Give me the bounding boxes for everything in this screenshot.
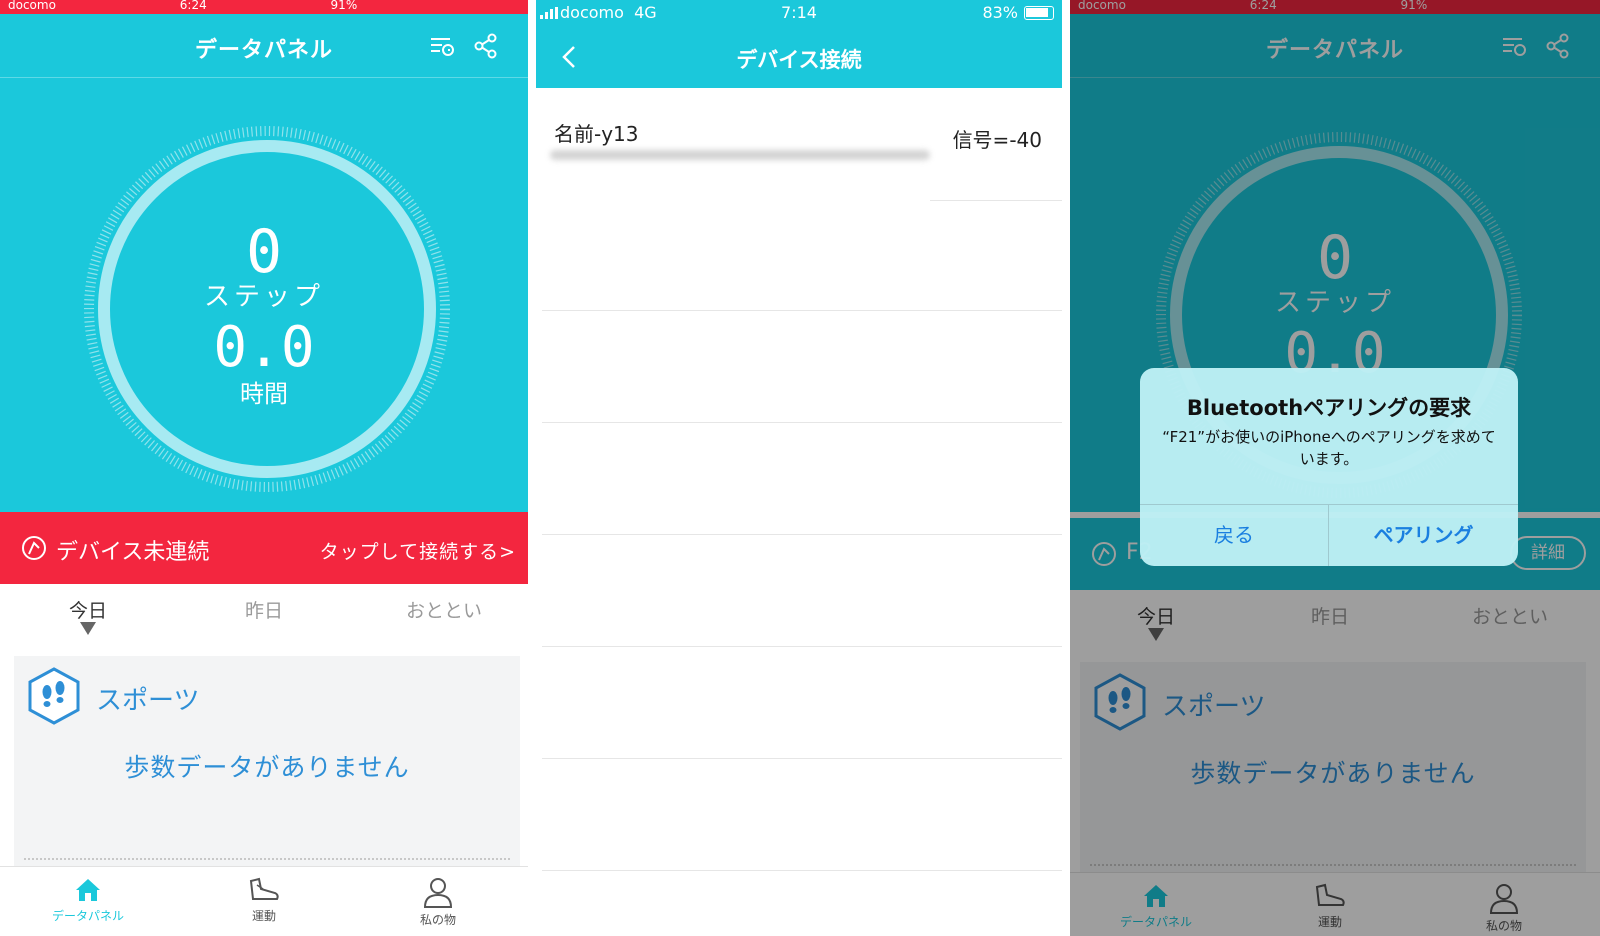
status-bar: docomo 6:24 91% (0, 0, 528, 14)
status-battery: 91% (330, 0, 358, 12)
page-title: デバイス接続 (736, 48, 862, 72)
list-divider (542, 758, 1062, 759)
list-divider (542, 534, 1062, 535)
device-address-blurred (550, 150, 930, 160)
pairing-request-screen: docomo 6:24 91% データパネル 0 ステップ 0.0 詳細 今日 … (1070, 0, 1600, 936)
sports-title: スポーツ (96, 686, 200, 716)
status-battery: 83% (982, 3, 1018, 22)
tab-day-before[interactable]: おととい (384, 596, 504, 623)
hours-label: 時間 (240, 380, 288, 408)
app-header: デバイス接続 (536, 26, 1062, 88)
tap-to-connect-link[interactable]: タップして接続する> (320, 537, 516, 564)
nav-mine[interactable]: 私の物 (378, 875, 498, 928)
nav-exercise[interactable]: 運動 (204, 875, 324, 924)
nav-mine-label: 私の物 (419, 913, 456, 927)
list-divider (930, 200, 1062, 201)
active-tab-caret (80, 622, 96, 635)
chart-axis (24, 858, 510, 860)
home-icon (76, 879, 100, 901)
alert-cancel-button[interactable]: 戻る (1140, 504, 1328, 566)
device-list-item[interactable]: 名前-y13 信号=-40 (536, 88, 1062, 200)
battery-icon (1024, 6, 1054, 20)
device-connect-screen: docomo 4G 7:14 83% デバイス接続 名前-y13 信号=-40 (536, 0, 1062, 936)
list-divider (542, 422, 1062, 423)
share-icon[interactable] (472, 32, 500, 60)
nav-dashboard[interactable]: データパネル (28, 875, 148, 924)
list-divider (542, 310, 1062, 311)
device-name: 名前-y13 (554, 122, 639, 146)
no-step-data-message: 歩数データがありません (124, 753, 410, 782)
watch-icon (22, 536, 46, 560)
shoe-icon (249, 877, 279, 900)
tab-today[interactable]: 今日 (28, 596, 148, 623)
status-bar: docomo 4G 7:14 83% (536, 0, 1062, 26)
person-icon (423, 878, 453, 908)
screens-collage: docomo 6:24 91% データパネル 0 ステップ 0.0 時間 デバイ… (0, 0, 1600, 936)
bluetooth-pairing-alert: Bluetoothペアリングの要求 “F21”がお使いのiPhoneへのペアリン… (1140, 368, 1518, 566)
nav-dashboard-label: データパネル (51, 909, 124, 923)
steps-value: 0 (245, 217, 283, 287)
filter-list-icon[interactable] (428, 32, 456, 60)
bottom-nav: データパネル 運動 私の物 (0, 866, 528, 936)
footprints-icon (28, 667, 80, 725)
status-time: 6:24 (179, 0, 207, 12)
sports-card: スポーツ 歩数データがありません (14, 656, 520, 866)
list-divider (542, 870, 1062, 871)
status-carrier: docomo (8, 0, 56, 12)
alert-title: Bluetoothペアリングの要求 (1186, 396, 1472, 420)
app-header: データパネル (0, 14, 528, 78)
device-signal: 信号=-40 (952, 128, 1042, 152)
dashboard-screen: docomo 6:24 91% データパネル 0 ステップ 0.0 時間 デバイ… (0, 0, 528, 936)
alert-pair-button[interactable]: ペアリング (1329, 504, 1518, 566)
day-tabs: 今日 昨日 おととい (0, 584, 528, 652)
hours-value: 0.0 (213, 315, 315, 380)
steps-label: ステップ (203, 282, 324, 312)
device-status-text: デバイス未連続 (56, 540, 210, 565)
tab-yesterday[interactable]: 昨日 (204, 596, 324, 623)
device-disconnected-banner[interactable]: デバイス未連続 タップして接続する> (0, 512, 528, 584)
list-divider (542, 646, 1062, 647)
nav-exercise-label: 運動 (251, 909, 276, 923)
alert-message: “F21”がお使いのiPhoneへのペアリングを求めています。 (1162, 428, 1496, 468)
